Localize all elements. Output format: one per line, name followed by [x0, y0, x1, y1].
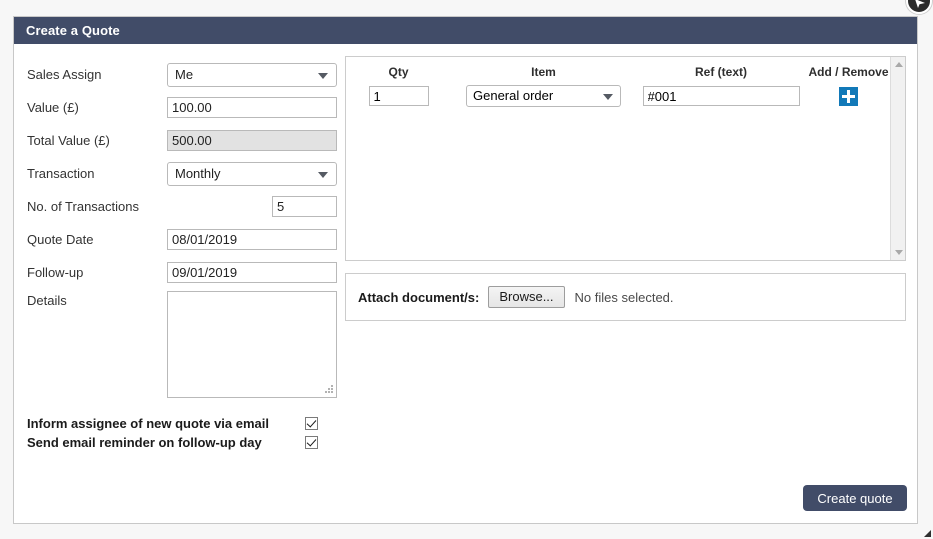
file-status-text: No files selected. — [574, 289, 674, 305]
column-header-add-remove: Add / Remove — [808, 64, 889, 79]
create-quote-card: Create a Quote Sales Assign Me Value (£) — [13, 16, 918, 524]
page-root: Create a Quote Sales Assign Me Value (£) — [0, 0, 933, 539]
label-inform-assignee: Inform assignee of new quote via email — [27, 416, 270, 431]
row-item-select[interactable]: General order — [466, 85, 621, 107]
field-row-transaction: Transaction Monthly — [27, 157, 337, 190]
transaction-value: Monthly — [175, 165, 221, 181]
label-no-of-transactions: No. of Transactions — [27, 199, 139, 214]
label-attach-documents: Attach document/s: — [358, 289, 480, 305]
card-body: Sales Assign Me Value (£) Tota — [14, 44, 917, 524]
chevron-down-icon — [318, 171, 328, 178]
label-value: Value (£) — [27, 100, 79, 115]
field-row-follow-up: Follow-up — [27, 256, 337, 289]
chevron-down-icon — [318, 72, 328, 79]
quote-date-input[interactable] — [167, 229, 337, 250]
quote-form: Sales Assign Me Value (£) Tota — [27, 58, 337, 452]
details-textarea[interactable] — [167, 291, 337, 398]
inform-assignee-checkbox[interactable] — [305, 417, 318, 430]
column-header-item: Item — [531, 64, 556, 79]
column-header-qty: Qty — [388, 64, 409, 79]
label-total-value: Total Value (£) — [27, 133, 110, 148]
scroll-down-icon[interactable] — [891, 245, 906, 260]
table-row: General order — [346, 83, 905, 109]
field-row-total-value: Total Value (£) — [27, 124, 337, 157]
create-quote-button[interactable]: Create quote — [803, 485, 907, 511]
no-of-transactions-input[interactable] — [272, 196, 337, 217]
row-item-value: General order — [473, 88, 554, 103]
attach-documents-panel: Attach document/s: Browse... No files se… — [345, 273, 906, 321]
items-panel: Qty Item Ref (text) Add / Remove General… — [345, 56, 906, 261]
scroll-up-icon[interactable] — [891, 57, 906, 72]
field-row-sales-assign: Sales Assign Me — [27, 58, 337, 91]
page-title: Create a Quote — [26, 23, 120, 38]
checkbox-row-inform-assignee[interactable]: Inform assignee of new quote via email — [27, 414, 337, 433]
email-reminder-checkbox[interactable] — [305, 436, 318, 449]
field-row-details: Details — [27, 291, 337, 398]
label-follow-up: Follow-up — [27, 265, 84, 280]
notification-options: Inform assignee of new quote via email S… — [27, 414, 337, 452]
corner-mark-icon — [924, 530, 931, 537]
browse-button[interactable]: Browse... — [488, 286, 565, 308]
field-row-quote-date: Quote Date — [27, 223, 337, 256]
transaction-select[interactable]: Monthly — [167, 161, 337, 186]
sales-assign-value: Me — [175, 66, 194, 82]
label-email-reminder: Send email reminder on follow-up day — [27, 435, 262, 450]
card-header: Create a Quote — [14, 17, 917, 44]
follow-up-input[interactable] — [167, 262, 337, 283]
label-quote-date: Quote Date — [27, 232, 94, 247]
field-row-value: Value (£) — [27, 91, 337, 124]
items-scrollbar[interactable] — [890, 57, 905, 260]
row-ref-input[interactable] — [642, 86, 800, 106]
row-qty-input[interactable] — [368, 86, 429, 106]
checkbox-row-email-reminder[interactable]: Send email reminder on follow-up day — [27, 433, 337, 452]
field-row-no-of-transactions: No. of Transactions — [27, 190, 337, 223]
chevron-down-icon — [603, 94, 613, 100]
label-transaction: Transaction — [27, 166, 95, 181]
total-value-input — [167, 130, 337, 151]
cursor-badge-icon — [906, 0, 932, 14]
column-header-ref: Ref (text) — [694, 64, 747, 79]
items-table-header: Qty Item Ref (text) Add / Remove — [346, 57, 905, 83]
add-row-plus-icon[interactable] — [839, 86, 858, 106]
label-sales-assign: Sales Assign — [27, 67, 102, 82]
value-input[interactable] — [167, 97, 337, 118]
label-details: Details — [27, 293, 67, 308]
sales-assign-select[interactable]: Me — [167, 62, 337, 87]
